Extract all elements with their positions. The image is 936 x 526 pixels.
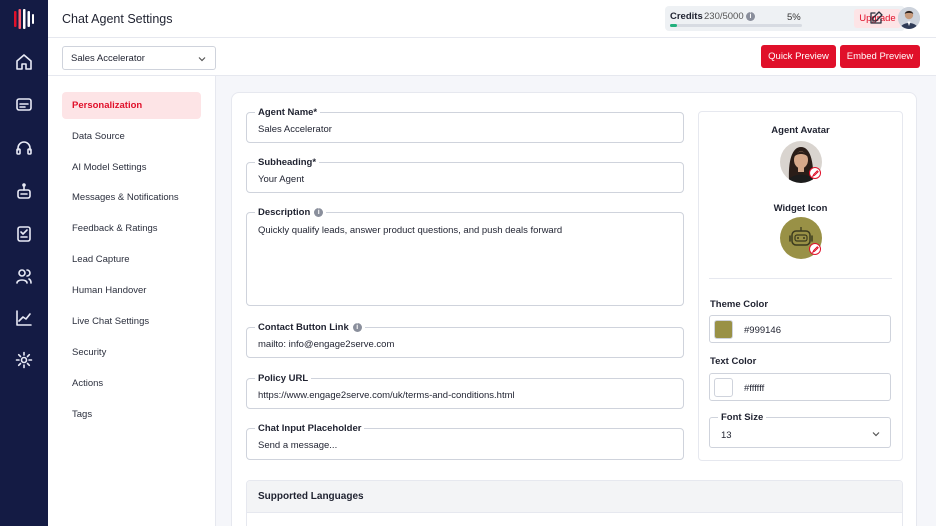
menu-item-data-source[interactable]: Data Source bbox=[62, 123, 201, 150]
supported-languages-title: Supported Languages bbox=[258, 491, 364, 502]
menu-item-actions[interactable]: Actions bbox=[62, 370, 201, 397]
subheading-field[interactable]: Subheading* Your Agent bbox=[246, 157, 684, 193]
subheading-label: Subheading* bbox=[258, 157, 317, 168]
settings-gear-icon[interactable] bbox=[12, 348, 36, 372]
users-icon[interactable] bbox=[12, 264, 36, 288]
bot-icon[interactable] bbox=[12, 179, 36, 203]
menu-item-messages-notifications[interactable]: Messages & Notifications bbox=[62, 184, 201, 211]
settings-menu: Personalization Data Source AI Model Set… bbox=[48, 76, 216, 526]
chevron-down-icon bbox=[198, 57, 206, 62]
theme-color-label: Theme Color bbox=[710, 299, 769, 310]
info-icon[interactable]: i bbox=[352, 323, 362, 332]
edit-widget-icon[interactable] bbox=[809, 243, 821, 255]
user-avatar[interactable] bbox=[898, 7, 920, 29]
menu-item-live-chat-settings[interactable]: Live Chat Settings bbox=[62, 308, 201, 335]
credits-progress-fill bbox=[670, 24, 677, 27]
text-color-input[interactable]: #ffffff bbox=[709, 373, 891, 401]
quick-preview-button[interactable]: Quick Preview bbox=[761, 45, 836, 68]
edit-avatar-icon[interactable] bbox=[809, 167, 821, 179]
description-label: Description bbox=[258, 207, 311, 218]
font-size-label: Font Size bbox=[718, 412, 767, 423]
app-logo-icon[interactable] bbox=[12, 8, 36, 30]
menu-item-tags[interactable]: Tags bbox=[62, 401, 201, 428]
theme-color-swatch[interactable] bbox=[714, 320, 733, 339]
appearance-panel: Agent Avatar Widget Icon Theme Color #99… bbox=[698, 111, 903, 461]
description-value: Quickly qualify leads, answer product qu… bbox=[258, 225, 563, 236]
divider bbox=[709, 278, 892, 279]
personalization-card: Agent Name* Sales Accelerator Subheading… bbox=[231, 92, 917, 526]
font-size-select[interactable]: Font Size 13 bbox=[709, 412, 891, 448]
policy-url-value: https://www.engage2serve.com/uk/terms-an… bbox=[258, 390, 515, 401]
agent-name-field[interactable]: Agent Name* Sales Accelerator bbox=[246, 107, 684, 143]
contact-link-label: Contact Button Link bbox=[258, 322, 349, 333]
credits-percent: 5% bbox=[787, 12, 801, 23]
info-icon[interactable]: i bbox=[314, 208, 324, 217]
agent-name-label: Agent Name* bbox=[258, 107, 318, 118]
credits-label: Credits bbox=[670, 11, 703, 22]
menu-item-lead-capture[interactable]: Lead Capture bbox=[62, 246, 201, 273]
font-size-value: 13 bbox=[721, 430, 732, 441]
chat-icon[interactable] bbox=[12, 93, 36, 117]
chat-placeholder-value: Send a message... bbox=[258, 440, 338, 451]
description-field[interactable]: Description i Quickly qualify leads, answ… bbox=[246, 207, 684, 306]
left-rail bbox=[0, 0, 48, 526]
menu-item-feedback-ratings[interactable]: Feedback & Ratings bbox=[62, 215, 201, 242]
headset-icon[interactable] bbox=[12, 136, 36, 160]
top-bar: Chat Agent Settings Credits 230/5000 i 5… bbox=[48, 0, 936, 38]
chevron-down-icon bbox=[872, 432, 880, 437]
sub-bar: Sales Accelerator Quick Preview Embed Pr… bbox=[48, 38, 936, 76]
page-title: Chat Agent Settings bbox=[62, 12, 173, 26]
analytics-icon[interactable] bbox=[12, 306, 36, 330]
menu-item-security[interactable]: Security bbox=[62, 339, 201, 366]
home-icon[interactable] bbox=[12, 50, 36, 74]
supported-languages-section: Supported Languages bbox=[246, 480, 903, 526]
edit-icon[interactable] bbox=[868, 10, 884, 26]
menu-item-ai-model-settings[interactable]: AI Model Settings bbox=[62, 154, 201, 181]
credits-progress-bar bbox=[670, 24, 802, 27]
contact-link-field[interactable]: Contact Button Link i mailto: info@engage… bbox=[246, 322, 684, 358]
agent-select[interactable]: Sales Accelerator bbox=[62, 46, 216, 70]
agent-avatar-label: Agent Avatar bbox=[771, 125, 830, 136]
chat-placeholder-field[interactable]: Chat Input Placeholder Send a message... bbox=[246, 423, 684, 460]
text-color-swatch[interactable] bbox=[714, 378, 733, 397]
menu-item-personalization[interactable]: Personalization bbox=[62, 92, 201, 119]
supported-languages-header: Supported Languages bbox=[247, 481, 902, 513]
policy-url-field[interactable]: Policy URL https://www.engage2serve.com/… bbox=[246, 373, 684, 409]
info-icon[interactable]: i bbox=[746, 12, 755, 21]
agent-select-value: Sales Accelerator bbox=[71, 53, 145, 64]
theme-color-input[interactable]: #999146 bbox=[709, 315, 891, 343]
text-color-label: Text Color bbox=[710, 356, 757, 367]
embed-preview-button[interactable]: Embed Preview bbox=[840, 45, 920, 68]
menu-item-human-handover[interactable]: Human Handover bbox=[62, 277, 201, 304]
chat-placeholder-label: Chat Input Placeholder bbox=[258, 423, 362, 434]
agent-name-value: Sales Accelerator bbox=[258, 124, 332, 135]
credits-count: 230/5000 bbox=[704, 11, 744, 22]
subheading-value: Your Agent bbox=[258, 174, 305, 185]
policy-url-label: Policy URL bbox=[258, 373, 309, 384]
theme-color-value: #999146 bbox=[744, 325, 781, 336]
tasks-icon[interactable] bbox=[12, 222, 36, 246]
contact-link-value: mailto: info@engage2serve.com bbox=[258, 339, 395, 350]
widget-icon-label: Widget Icon bbox=[773, 203, 828, 214]
text-color-value: #ffffff bbox=[744, 383, 765, 394]
